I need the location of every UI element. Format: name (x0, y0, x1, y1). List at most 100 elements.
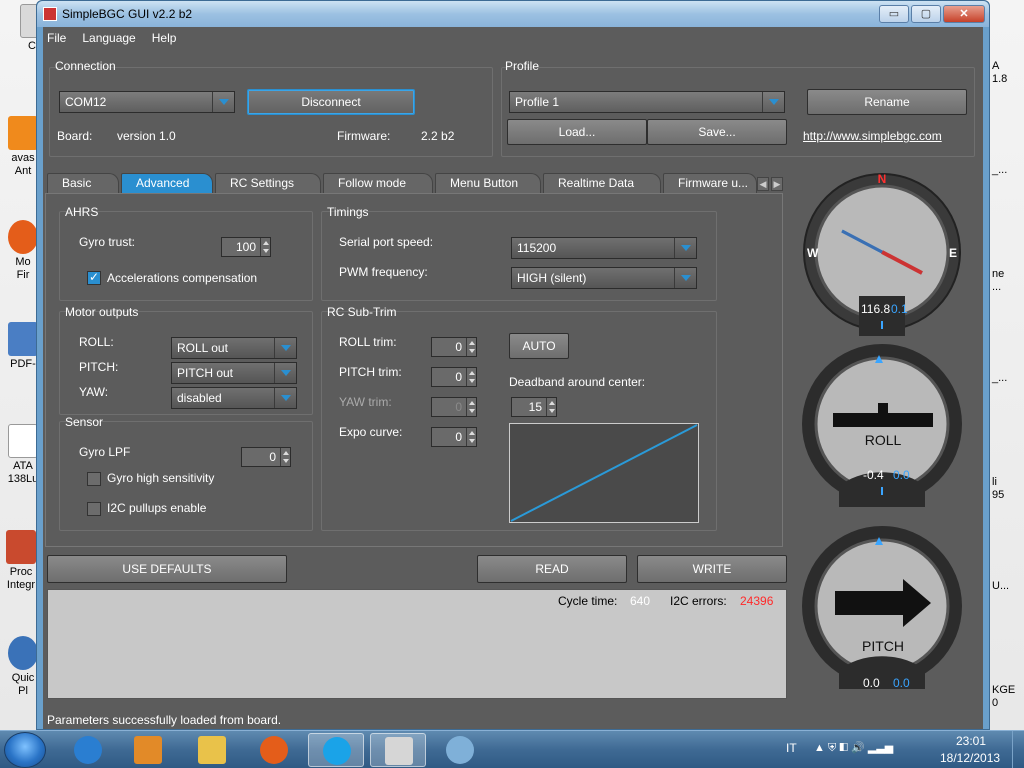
tab-advanced[interactable]: Advanced (121, 173, 213, 193)
yaw-trim-label: YAW trim: (339, 395, 392, 409)
clock-date[interactable]: 18/12/2013 (940, 751, 1000, 765)
chevron-down-icon (274, 388, 296, 408)
compass-w: W (807, 246, 819, 260)
stepper-arrows-icon[interactable] (546, 398, 556, 416)
cycle-time-label: Cycle time: (558, 594, 618, 608)
expo-curve-value: 0 (455, 430, 462, 444)
expo-curve-stepper[interactable]: 0 (431, 427, 477, 447)
tab-menu-button[interactable]: Menu Button (435, 173, 541, 193)
roll-output-select[interactable]: ROLL out (171, 337, 297, 359)
desktop-icon-6[interactable]: Proc Integr (2, 530, 40, 592)
compass-value2: 0.1 (891, 302, 908, 316)
tab-basic[interactable]: Basic (47, 173, 119, 193)
avast-icon (8, 116, 38, 150)
serial-speed-select[interactable]: 115200 (511, 237, 697, 259)
taskbar-media[interactable] (120, 733, 176, 767)
stepper-arrows-icon[interactable] (466, 338, 476, 356)
tray-icons[interactable]: ▲ ⛨ ◧ 🔊 ▂▃▅ (814, 741, 893, 755)
pitch-output-label: PITCH: (79, 360, 119, 374)
desktop-right-label: A 1.8 (992, 60, 1008, 85)
yaw-trim-value: 0 (455, 400, 462, 414)
pwm-frequency-value: HIGH (silent) (517, 271, 587, 285)
deadband-value: 15 (528, 400, 542, 414)
minimize-button[interactable]: ▭ (879, 5, 909, 23)
yaw-output-select[interactable]: disabled (171, 387, 297, 409)
pitch-value1: 0.0 (863, 676, 880, 690)
profile-select[interactable]: Profile 1 (509, 91, 785, 113)
firmware-label: Firmware: (337, 129, 391, 143)
i2c-pullups-checkbox[interactable] (87, 502, 101, 516)
pitch-trim-stepper[interactable]: 0 (431, 367, 477, 387)
pitch-output-select[interactable]: PITCH out (171, 362, 297, 384)
menu-bar: File Language Help (43, 27, 983, 49)
taskbar-firefox[interactable] (246, 733, 302, 767)
maximize-button[interactable]: ▢ (911, 5, 941, 23)
language-indicator[interactable]: IT (786, 741, 797, 755)
stepper-arrows-icon[interactable] (280, 448, 290, 466)
use-defaults-button[interactable]: USE DEFAULTS (47, 555, 287, 583)
java-icon (385, 737, 413, 765)
taskbar-skype[interactable] (308, 733, 364, 767)
menu-file[interactable]: File (47, 31, 66, 45)
cycle-time-value: 640 (630, 594, 651, 608)
desktop-right-label: _... (992, 164, 1008, 176)
tab-scroll-right-icon[interactable]: ▶ (771, 177, 783, 191)
yaw-output-label: YAW: (79, 385, 109, 399)
chevron-down-icon (274, 338, 296, 358)
profile-value: Profile 1 (515, 95, 560, 109)
roll-label: ROLL (865, 432, 902, 448)
stepper-arrows-icon[interactable] (466, 428, 476, 446)
compass-n: N (878, 172, 887, 186)
menu-language[interactable]: Language (82, 31, 135, 45)
ahrs-group (59, 211, 313, 301)
i2c-errors-value: 24396 (740, 594, 774, 608)
taskbar-java[interactable] (370, 733, 426, 767)
disconnect-button[interactable]: Disconnect (247, 89, 415, 115)
gyro-lpf-label: Gyro LPF (79, 445, 131, 459)
stepper-arrows-icon[interactable] (260, 238, 270, 256)
gyro-lpf-stepper[interactable]: 0 (241, 447, 291, 467)
tab-firmware[interactable]: Firmware u... (663, 173, 757, 193)
skype-icon (323, 737, 351, 765)
yaw-output-value: disabled (177, 391, 222, 405)
taskbar-ie[interactable] (60, 733, 116, 767)
tab-rc-settings[interactable]: RC Settings (215, 173, 321, 193)
write-button[interactable]: WRITE (637, 555, 787, 583)
rename-button[interactable]: Rename (807, 89, 967, 115)
stepper-arrows-icon (466, 398, 476, 416)
roll-trim-value: 0 (455, 340, 462, 354)
menu-help[interactable]: Help (152, 31, 177, 45)
i2c-pullups-label: I2C pullups enable (107, 501, 207, 515)
taskbar-paint[interactable] (432, 733, 488, 767)
roll-output-label: ROLL: (79, 335, 114, 349)
tab-follow-mode[interactable]: Follow mode (323, 173, 433, 193)
read-button[interactable]: READ (477, 555, 627, 583)
pwm-frequency-select[interactable]: HIGH (silent) (511, 267, 697, 289)
taskbar-explorer[interactable] (184, 733, 240, 767)
document-icon (8, 424, 38, 458)
roll-gauge: ROLL -0.4 0.0 (802, 344, 962, 507)
tab-scroll-left-icon[interactable]: ◀ (757, 177, 769, 191)
status-message: Parameters successfully loaded from boar… (47, 713, 282, 727)
port-select[interactable]: COM12 (59, 91, 235, 113)
auto-button[interactable]: AUTO (509, 333, 569, 359)
acc-comp-checkbox[interactable] (87, 270, 101, 285)
start-button[interactable] (4, 732, 46, 768)
stepper-arrows-icon[interactable] (466, 368, 476, 386)
clock-time[interactable]: 23:01 (956, 734, 986, 748)
compass-e: E (949, 246, 957, 260)
log-area[interactable]: Cycle time: 640 I2C errors: 24396 (47, 589, 787, 699)
gyro-trust-stepper[interactable]: 100 (221, 237, 271, 257)
show-desktop-button[interactable] (1012, 731, 1024, 768)
save-button[interactable]: Save... (647, 119, 787, 145)
tab-realtime-data[interactable]: Realtime Data (543, 173, 661, 193)
deadband-stepper[interactable]: 15 (511, 397, 557, 417)
close-button[interactable]: ✕ (943, 5, 985, 23)
gyro-high-checkbox[interactable] (87, 472, 101, 486)
title-bar[interactable]: SimpleBGC GUI v2.2 b2 ▭ ▢ ✕ (37, 1, 989, 27)
load-button[interactable]: Load... (507, 119, 647, 145)
pitch-label: PITCH (862, 638, 904, 654)
roll-trim-stepper[interactable]: 0 (431, 337, 477, 357)
roll-value2: 0.0 (893, 468, 910, 482)
website-link[interactable]: http://www.simplebgc.com (803, 129, 942, 143)
